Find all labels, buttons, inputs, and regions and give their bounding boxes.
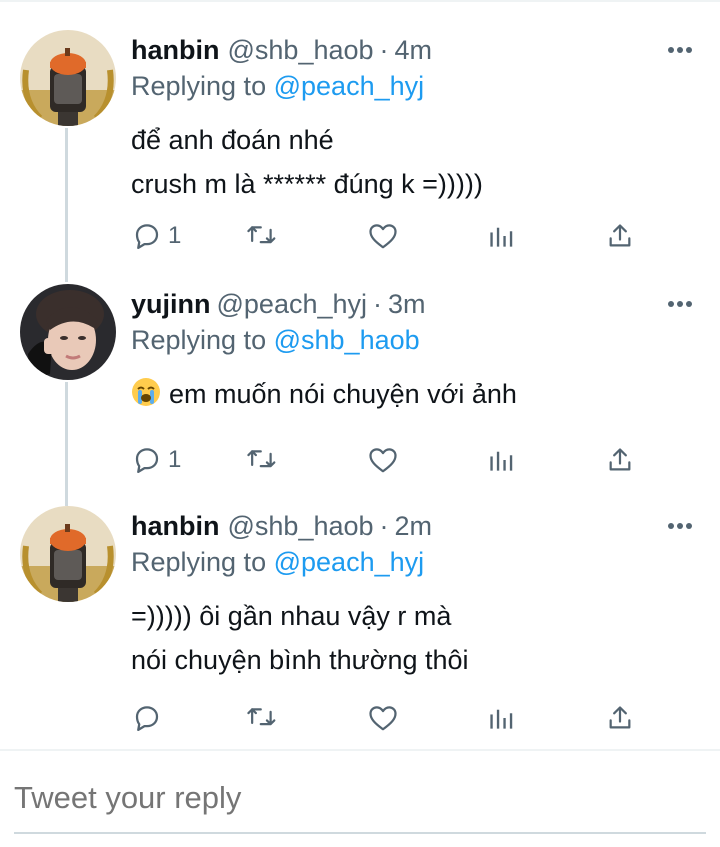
- reply-bubble-icon: [135, 224, 159, 249]
- more-options-button[interactable]: [660, 290, 700, 318]
- timestamp[interactable]: 3m: [388, 284, 426, 324]
- tweet-header: yujinn @peach_hyj · 3m: [131, 284, 426, 324]
- like-button[interactable]: [368, 440, 398, 480]
- share-upload-icon: [609, 224, 631, 247]
- reply-compose-input[interactable]: [14, 770, 704, 826]
- user-handle[interactable]: @peach_hyj: [217, 284, 368, 324]
- top-border: [0, 0, 720, 2]
- reply-button[interactable]: [132, 698, 168, 738]
- replying-to: Replying to @peach_hyj: [131, 68, 424, 104]
- replying-to-label: Replying to: [131, 71, 267, 101]
- retweet-icon: [247, 226, 276, 244]
- analytics-bars-icon: [490, 451, 513, 471]
- replying-to: Replying to @shb_haob: [131, 322, 420, 358]
- replying-to: Replying to @peach_hyj: [131, 544, 424, 580]
- analytics-bars-icon: [490, 709, 513, 729]
- replying-to-label: Replying to: [131, 547, 267, 577]
- retweet-button[interactable]: [246, 440, 278, 480]
- replying-to-mention[interactable]: @peach_hyj: [274, 547, 425, 577]
- retweet-icon: [247, 450, 276, 468]
- like-button[interactable]: [368, 216, 398, 256]
- more-horizontal-icon: [668, 301, 692, 307]
- compose-divider: [0, 749, 720, 751]
- tweet-header: hanbin @shb_haob · 4m: [131, 30, 432, 70]
- reply-bubble-icon: [135, 448, 159, 473]
- tweet-text: để anh đoán nhé crush m là ****** đúng k…: [131, 118, 483, 206]
- separator-dot: ·: [379, 511, 389, 541]
- more-horizontal-icon: [668, 523, 692, 529]
- tweet-actions: [118, 698, 658, 738]
- more-options-button[interactable]: [660, 512, 700, 540]
- reply-count: 1: [168, 446, 182, 473]
- display-name[interactable]: yujinn: [131, 284, 211, 324]
- tweet-item[interactable]: yujinn @peach_hyj · 3m Replying to @shb_…: [0, 284, 720, 494]
- replying-to-mention[interactable]: @peach_hyj: [274, 71, 425, 101]
- tweet-text-line: crush m là ****** đúng k =))))): [131, 169, 483, 199]
- timestamp[interactable]: 2m: [395, 506, 433, 546]
- loudly-crying-face-emoji: [132, 378, 160, 406]
- like-button[interactable]: [368, 698, 398, 738]
- analytics-button[interactable]: [488, 440, 514, 480]
- tweet-actions: 1: [118, 216, 658, 256]
- tweet-text: em muốn nói chuyện với ảnh: [131, 372, 517, 416]
- separator-dot: ·: [373, 289, 383, 319]
- tweet-text-line: nói chuyện bình thường thôi: [131, 645, 469, 675]
- reply-bubble-icon: [135, 706, 159, 731]
- retweet-icon: [247, 708, 276, 726]
- avatar[interactable]: [20, 30, 116, 126]
- analytics-button[interactable]: [488, 216, 514, 256]
- analytics-button[interactable]: [488, 698, 514, 738]
- more-options-button[interactable]: [660, 36, 700, 64]
- tweet-text: =))))) ôi gần nhau vậy r mà nói chuyện b…: [131, 594, 469, 682]
- tweet-header: hanbin @shb_haob · 2m: [131, 506, 432, 546]
- compose-underline: [14, 832, 706, 834]
- reply-button[interactable]: 1: [132, 216, 181, 256]
- timestamp[interactable]: 4m: [395, 30, 433, 70]
- tweet-text-line: =))))) ôi gần nhau vậy r mà: [131, 601, 452, 631]
- reply-count: 1: [168, 222, 182, 249]
- analytics-bars-icon: [490, 227, 513, 247]
- user-handle[interactable]: @shb_haob: [228, 506, 374, 546]
- tweet-item[interactable]: hanbin @shb_haob · 2m Replying to @peach…: [0, 506, 720, 746]
- share-button[interactable]: [606, 440, 634, 480]
- avatar[interactable]: [20, 506, 116, 602]
- replying-to-mention[interactable]: @shb_haob: [274, 325, 420, 355]
- tweet-item[interactable]: hanbin @shb_haob · 4m Replying to @peach…: [0, 30, 720, 260]
- share-upload-icon: [609, 706, 631, 729]
- separator-dot: ·: [379, 35, 389, 65]
- replying-to-label: Replying to: [131, 325, 267, 355]
- heart-icon: [369, 224, 397, 249]
- tweet-text-content: em muốn nói chuyện với ảnh: [169, 379, 517, 409]
- tweet-text-line: để anh đoán nhé: [131, 125, 334, 155]
- share-button[interactable]: [606, 698, 634, 738]
- more-horizontal-icon: [668, 47, 692, 53]
- display-name[interactable]: hanbin: [131, 506, 220, 546]
- retweet-button[interactable]: [246, 698, 278, 738]
- tweet-text-line: em muốn nói chuyện với ảnh: [131, 372, 517, 416]
- heart-icon: [369, 448, 397, 473]
- retweet-button[interactable]: [246, 216, 278, 256]
- heart-icon: [369, 706, 397, 731]
- reply-button[interactable]: 1: [132, 440, 181, 480]
- tweet-actions: 1: [118, 440, 658, 480]
- share-upload-icon: [609, 448, 631, 471]
- user-handle[interactable]: @shb_haob: [228, 30, 374, 70]
- share-button[interactable]: [606, 216, 634, 256]
- display-name[interactable]: hanbin: [131, 30, 220, 70]
- avatar[interactable]: [20, 284, 116, 380]
